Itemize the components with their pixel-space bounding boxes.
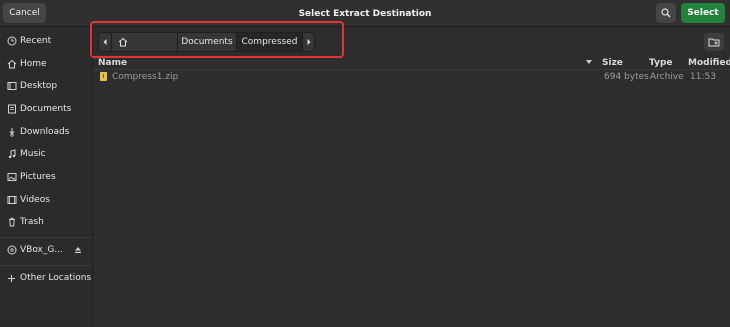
column-header-type[interactable]: Type xyxy=(649,57,672,69)
path-segment-home[interactable] xyxy=(112,32,178,52)
file-browser: Documents Compressed Name Size Type Modi… xyxy=(94,27,730,327)
file-size: 694 bytes xyxy=(604,72,649,82)
sidebar-item-label: Trash xyxy=(20,217,44,227)
home-icon xyxy=(118,37,128,47)
search-icon xyxy=(661,8,671,18)
dialog-title: Select Extract Destination xyxy=(298,8,432,19)
sidebar-divider xyxy=(0,237,92,238)
path-bar: Documents Compressed xyxy=(98,32,315,52)
file-modified: 11:53 xyxy=(690,72,716,82)
select-button[interactable]: Select xyxy=(681,3,725,23)
column-header-size[interactable]: Size xyxy=(602,57,623,69)
sidebar-item-recent[interactable]: Recent xyxy=(0,31,92,51)
column-header-name[interactable]: Name xyxy=(98,57,127,69)
download-icon xyxy=(6,126,17,138)
path-scroll-left-button[interactable] xyxy=(98,32,112,52)
chevron-right-icon xyxy=(307,39,310,45)
sidebar-item-downloads[interactable]: Downloads xyxy=(0,122,92,142)
sidebar-item-other-locations[interactable]: Other Locations xyxy=(0,268,92,288)
path-segment-compressed[interactable]: Compressed xyxy=(237,32,303,52)
sidebar-item-label: VBox_G... xyxy=(20,245,63,255)
sidebar-item-label: Desktop xyxy=(20,81,58,91)
sidebar-item-label: Pictures xyxy=(20,172,56,182)
plus-icon xyxy=(6,272,17,284)
sidebar-item-trash[interactable]: Trash xyxy=(0,212,92,232)
sidebar-item-label: Other Locations xyxy=(20,273,92,283)
path-segment-documents[interactable]: Documents xyxy=(178,32,237,52)
sidebar: Recent Home Desktop Documents Downloads … xyxy=(0,27,93,327)
new-folder-icon xyxy=(708,38,720,47)
document-icon xyxy=(6,103,17,115)
file-name: Compress1.zip xyxy=(112,72,179,82)
sidebar-item-label: Documents xyxy=(20,104,72,114)
sidebar-item-pictures[interactable]: Pictures xyxy=(0,167,92,187)
new-folder-button[interactable] xyxy=(704,33,724,51)
sidebar-divider xyxy=(0,265,92,266)
search-button[interactable] xyxy=(656,3,676,23)
sidebar-item-music[interactable]: Music xyxy=(0,144,92,164)
sidebar-item-label: Music xyxy=(20,149,46,159)
zip-file-icon xyxy=(100,72,107,81)
sidebar-item-videos[interactable]: Videos xyxy=(0,190,92,210)
column-header-modified[interactable]: Modified xyxy=(688,57,730,69)
chevron-left-icon xyxy=(103,39,107,45)
video-icon xyxy=(6,194,17,206)
column-header-row: Name Size Type Modified xyxy=(94,57,730,70)
home-icon xyxy=(6,58,17,70)
header-bar: Select Extract Destination Cancel Select xyxy=(0,0,730,27)
cancel-button[interactable]: Cancel xyxy=(3,3,46,23)
music-icon xyxy=(6,148,17,160)
sidebar-item-documents[interactable]: Documents xyxy=(0,99,92,119)
trash-icon xyxy=(6,216,17,228)
sidebar-item-label: Home xyxy=(20,59,47,69)
sidebar-item-label: Downloads xyxy=(20,127,70,137)
picture-icon xyxy=(6,171,17,183)
desktop-icon xyxy=(6,80,17,92)
path-scroll-right-button[interactable] xyxy=(303,32,315,52)
disc-icon xyxy=(6,244,17,256)
sidebar-item-home[interactable]: Home xyxy=(0,54,92,74)
clock-icon xyxy=(6,35,17,47)
sidebar-item-label: Recent xyxy=(20,36,52,46)
file-row[interactable]: Compress1.zip 694 bytes Archive 11:53 xyxy=(94,71,730,84)
sidebar-item-desktop[interactable]: Desktop xyxy=(0,76,92,96)
eject-icon[interactable] xyxy=(72,244,84,256)
sidebar-item-label: Videos xyxy=(20,195,50,205)
file-type: Archive xyxy=(650,72,684,82)
sidebar-item-vbox-device[interactable]: VBox_G... xyxy=(0,240,92,260)
sort-descending-icon xyxy=(586,60,592,64)
